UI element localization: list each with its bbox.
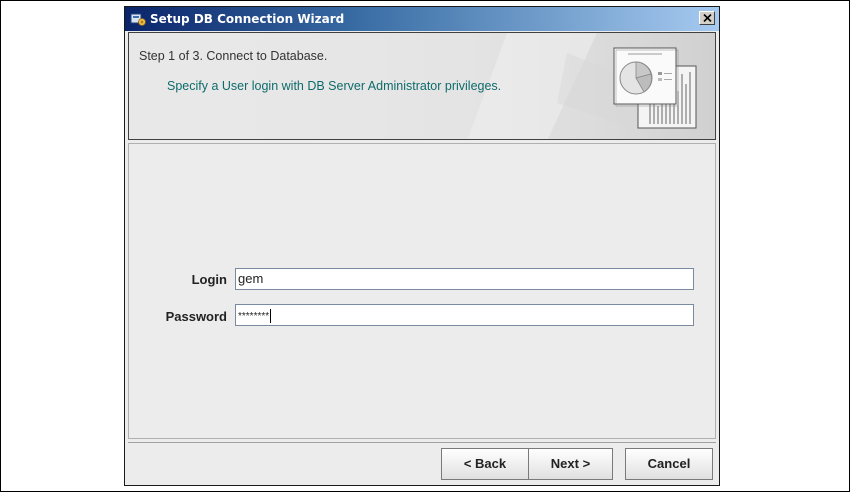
step-description: Specify a User login with DB Server Admi… [167,79,502,93]
password-value: ******** [238,311,270,322]
wizard-icon [130,11,146,27]
form-panel: Login gem Password ******** [128,143,716,439]
text-caret [270,308,272,323]
footer-divider [128,442,716,443]
wizard-header: Step 1 of 3. Connect to Database. Specif… [128,32,716,140]
next-button[interactable]: Next > [528,448,613,480]
close-button[interactable] [699,11,715,25]
window-title: Setup DB Connection Wizard [150,12,345,26]
chart-report-icon [613,47,697,129]
back-button[interactable]: < Back [441,448,529,480]
cancel-button[interactable]: Cancel [625,448,713,480]
password-field[interactable]: ******** [235,304,694,326]
step-title: Step 1 of 3. Connect to Database. [139,49,328,63]
wizard-window: Setup DB Connection Wizard Step 1 of 3. … [124,6,720,486]
password-label: Password [165,309,227,324]
close-icon [703,14,712,22]
title-bar[interactable]: Setup DB Connection Wizard [125,7,719,31]
login-label: Login [191,272,227,287]
login-value: gem [238,271,264,286]
login-field[interactable]: gem [235,268,694,290]
